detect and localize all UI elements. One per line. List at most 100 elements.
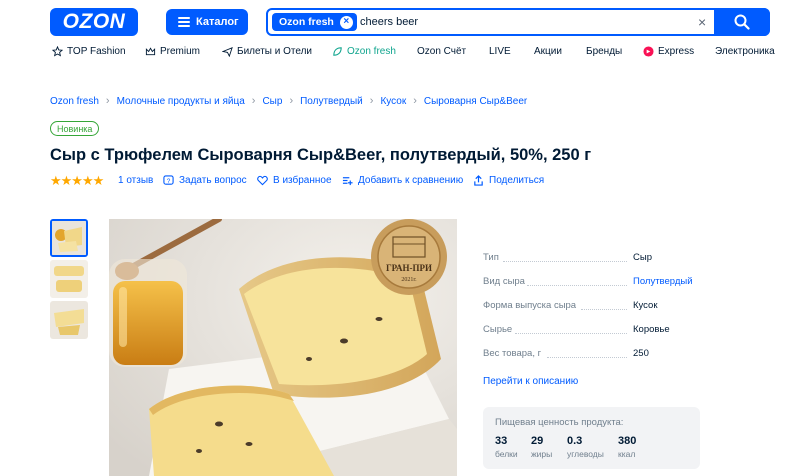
nav-label: Ozon Счёт [417, 46, 467, 57]
clear-search-icon[interactable]: × [698, 14, 706, 30]
ask-question-link[interactable]: ? Задать вопрос [163, 175, 247, 186]
nutrition-item: 29 жиры [531, 435, 552, 459]
chip-remove-icon[interactable]: × [339, 15, 353, 29]
compare-link[interactable]: Добавить к сравнению [342, 175, 463, 186]
heart-icon [257, 175, 268, 186]
catalog-button[interactable]: Каталог [166, 9, 248, 35]
search-filter-chip[interactable]: Ozon fresh × [272, 13, 357, 31]
chevron-right-icon: › [413, 95, 417, 107]
thumbnail-1[interactable] [50, 219, 88, 257]
cheese-thumbnail-image [50, 301, 88, 339]
chevron-right-icon: › [251, 95, 256, 107]
spec-row: Вид сыра Полутвердый [483, 276, 703, 288]
top-nav: TOP Fashion Premium Билеты и Отели Ozon … [0, 46, 792, 62]
product-title: Сыр с Трюфелем Сыроварня Сыр&Beer, полут… [50, 146, 592, 164]
go-to-description-link[interactable]: Перейти к описанию [483, 376, 578, 387]
menu-icon [178, 17, 190, 27]
new-badge: Новинка [50, 121, 100, 136]
question-icon: ? [163, 175, 174, 185]
spec-value: Коровье [633, 324, 670, 335]
nutrition-label: углеводы [567, 449, 604, 459]
crown-icon [145, 47, 156, 56]
thumbnail-2[interactable] [50, 260, 88, 298]
breadcrumb-item[interactable]: Ozon fresh [50, 96, 99, 107]
thumbnail-3[interactable] [50, 301, 88, 339]
chevron-right-icon: › [289, 95, 294, 107]
star-icon [52, 46, 63, 57]
cheese-thumbnail-image [52, 221, 86, 255]
chevron-right-icon: › [105, 95, 110, 107]
search-input[interactable] [360, 13, 690, 31]
nav-label: Билеты и Отели [237, 46, 313, 57]
catalog-label: Каталог [196, 16, 239, 28]
ask-label: Задать вопрос [179, 175, 247, 186]
nav-label: Premium [160, 46, 201, 57]
spec-value: 250 [633, 348, 649, 359]
favorite-label: В избранное [273, 175, 332, 186]
nav-label: Ozon fresh [347, 46, 396, 57]
nutrition-label: белки [495, 449, 518, 459]
nutrition-item: 380 ккал [618, 435, 636, 459]
share-link[interactable]: Поделиться [473, 175, 544, 186]
nav-brands[interactable]: Бренды [586, 46, 622, 57]
cheese-thumbnail-image [50, 260, 88, 298]
svg-text:?: ? [167, 178, 171, 185]
nav-label: Акции [534, 46, 562, 57]
search-button[interactable] [714, 8, 770, 36]
spec-row: Форма выпуска сыра Кусок [483, 300, 703, 312]
medal-title: ГРАН-ПРИ [386, 263, 432, 273]
breadcrumb-item[interactable]: Полутвердый [300, 96, 363, 107]
spec-row: Тип Сыр [483, 252, 703, 264]
header: OZON Каталог Ozon fresh × × [0, 0, 792, 44]
nutrition-item: 33 белки [495, 435, 518, 459]
nutrition-label: жиры [531, 449, 553, 459]
spec-value: Сыр [633, 252, 652, 263]
search-bar[interactable]: Ozon fresh × × [266, 8, 770, 36]
nutrition-label: ккал [618, 449, 636, 459]
nav-label: Express [658, 46, 695, 57]
reviews-link[interactable]: 1 отзыв [118, 175, 153, 186]
breadcrumb-item[interactable]: Кусок [380, 96, 406, 107]
spec-label: Вид сыра [483, 276, 525, 287]
nutrition-value: 0.3 [567, 435, 583, 447]
spec-row: Вес товара, г 250 [483, 348, 703, 360]
nutrition-value: 29 [531, 435, 544, 447]
nav-label: TOP Fashion [67, 46, 126, 57]
nav-tickets[interactable]: Билеты и Отели [222, 46, 312, 57]
spec-label: Сырье [483, 324, 513, 335]
breadcrumb: Ozon fresh › Молочные продукты и яйца › … [50, 95, 527, 107]
nutrition-value: 380 [618, 435, 637, 447]
nutrition-item: 0.3 углеводы [567, 435, 604, 459]
spec-label: Вес товара, г [483, 348, 542, 359]
nav-sales[interactable]: Акции [534, 46, 562, 57]
breadcrumb-item[interactable]: Сыр [262, 96, 282, 107]
plane-icon [222, 47, 233, 57]
nutrition-panel: Пищевая ценность продукта: 33 белки 29 ж… [483, 407, 700, 469]
nav-premium[interactable]: Premium [145, 46, 200, 57]
express-icon [643, 46, 654, 57]
breadcrumb-item[interactable]: Сыроварня Сыр&Beer [424, 96, 527, 107]
nav-top-fashion[interactable]: TOP Fashion [52, 46, 126, 57]
spec-value: Кусок [633, 300, 658, 311]
nav-label: Бренды [586, 46, 623, 57]
nutrition-value: 33 [495, 435, 508, 447]
nav-electronics[interactable]: Электроника [715, 46, 775, 57]
search-chip-label: Ozon fresh [279, 16, 334, 28]
spec-value-link[interactable]: Полутвердый [633, 276, 693, 287]
breadcrumb-item[interactable]: Молочные продукты и яйца [117, 96, 245, 107]
spec-label: Тип [483, 252, 499, 263]
nav-ozon-fresh[interactable]: Ozon fresh [332, 46, 396, 57]
compare-label: Добавить к сравнению [358, 175, 464, 186]
compare-icon [342, 177, 353, 186]
favorite-link[interactable]: В избранное [257, 175, 332, 186]
nav-ozon-account[interactable]: Ozon Счёт [417, 46, 466, 57]
chevron-right-icon: › [369, 95, 374, 107]
spec-row: Сырье Коровье [483, 324, 703, 336]
rating-stars[interactable]: ★★★★★ [50, 174, 104, 188]
share-label: Поделиться [489, 175, 545, 186]
ozon-logo[interactable]: OZON [50, 8, 138, 36]
thumbnail-list [50, 219, 88, 342]
nav-live[interactable]: LIVE [489, 46, 511, 57]
nav-express[interactable]: Express [643, 46, 694, 57]
product-main-image[interactable]: ГРАН-ПРИ 2021г. [109, 219, 457, 476]
